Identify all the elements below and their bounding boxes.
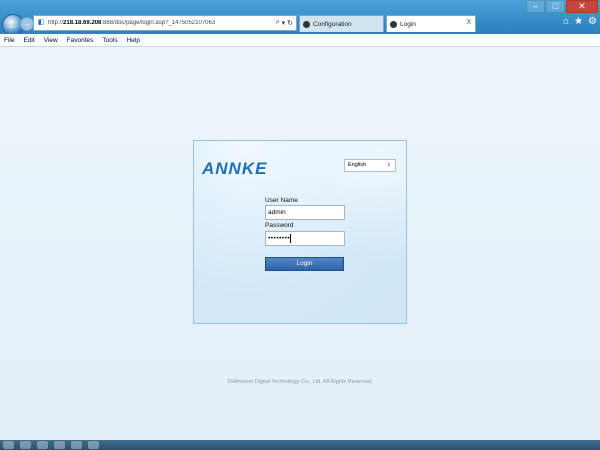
- minimize-button[interactable]: –: [526, 0, 545, 13]
- back-arrow-icon: ←: [7, 18, 19, 32]
- star-icon[interactable]: ★: [574, 16, 583, 27]
- page-icon: ◧: [37, 19, 45, 26]
- language-select[interactable]: English ∨: [344, 159, 396, 172]
- search-icon[interactable]: ⌕: [276, 19, 280, 27]
- address-url[interactable]: http://218.18.69.208:888/doc/page/login.…: [48, 20, 276, 26]
- url-path: :888/doc/page/login.asp?_1475052107063: [101, 20, 216, 26]
- language-value: English: [348, 162, 367, 168]
- tab-label: Login: [400, 20, 416, 28]
- taskbar-app-icon[interactable]: [20, 441, 31, 449]
- address-bar[interactable]: ◧ http://218.18.69.208:888/doc/page/logi…: [33, 15, 297, 31]
- gear-icon[interactable]: ⚙: [588, 16, 597, 27]
- login-panel: ANNKE English ∨ User Name admin Password…: [193, 140, 407, 324]
- menu-bar: File Edit View Favorites Tools Help: [0, 34, 600, 47]
- tab-label: Configuration: [313, 20, 352, 28]
- menu-favorites[interactable]: Favorites: [63, 37, 99, 44]
- password-label: Password: [265, 222, 294, 229]
- username-label: User Name: [265, 197, 298, 204]
- forward-button[interactable]: →: [20, 17, 34, 31]
- menu-help[interactable]: Help: [123, 37, 145, 44]
- close-window-button[interactable]: ✕: [566, 0, 598, 13]
- taskbar: [0, 440, 600, 450]
- url-host: 218.18.69.208: [63, 20, 102, 26]
- browser-chrome: – □ ✕ ← → ◧ http://218.18.69.208:888/doc…: [0, 0, 600, 47]
- taskbar-app-icon[interactable]: [54, 441, 65, 449]
- username-input[interactable]: admin: [265, 205, 345, 220]
- taskbar-app-icon[interactable]: [88, 441, 99, 449]
- home-icon[interactable]: ⌂: [563, 16, 569, 27]
- dropdown-icon[interactable]: ▾: [282, 19, 286, 27]
- tab-login[interactable]: Login X: [386, 15, 476, 32]
- chevron-down-icon: ∨: [386, 162, 391, 168]
- taskbar-app-icon[interactable]: [71, 441, 82, 449]
- address-tools: ⌕ ▾ ↻: [276, 19, 296, 27]
- menu-tools[interactable]: Tools: [98, 37, 122, 44]
- page-content: ANNKE English ∨ User Name admin Password…: [0, 47, 600, 440]
- tab-configuration[interactable]: Configuration: [299, 15, 384, 32]
- password-mask: ••••••••: [268, 235, 291, 242]
- maximize-button[interactable]: □: [546, 0, 565, 13]
- tab-favicon-icon: [303, 20, 310, 28]
- menu-view[interactable]: View: [40, 37, 63, 44]
- text-caret: [290, 233, 292, 243]
- menu-file[interactable]: File: [0, 37, 19, 44]
- tab-favicon-icon: [390, 20, 397, 28]
- refresh-icon[interactable]: ↻: [287, 19, 293, 27]
- password-input[interactable]: ••••••••: [265, 231, 345, 246]
- url-scheme: http://: [48, 20, 64, 26]
- menu-edit[interactable]: Edit: [19, 37, 39, 44]
- window-controls: – □ ✕: [526, 0, 598, 13]
- start-icon[interactable]: [3, 441, 14, 449]
- tab-close-icon[interactable]: X: [466, 19, 471, 26]
- brand-logo: ANNKE: [202, 159, 268, 178]
- copyright-text: ©Hikvision Digital Technology Co., Ltd. …: [227, 379, 373, 385]
- login-button[interactable]: Login: [265, 257, 344, 271]
- forward-arrow-icon: →: [23, 19, 31, 28]
- browser-toolbar-icons: ⌂ ★ ⚙: [563, 16, 597, 27]
- taskbar-app-icon[interactable]: [37, 441, 48, 449]
